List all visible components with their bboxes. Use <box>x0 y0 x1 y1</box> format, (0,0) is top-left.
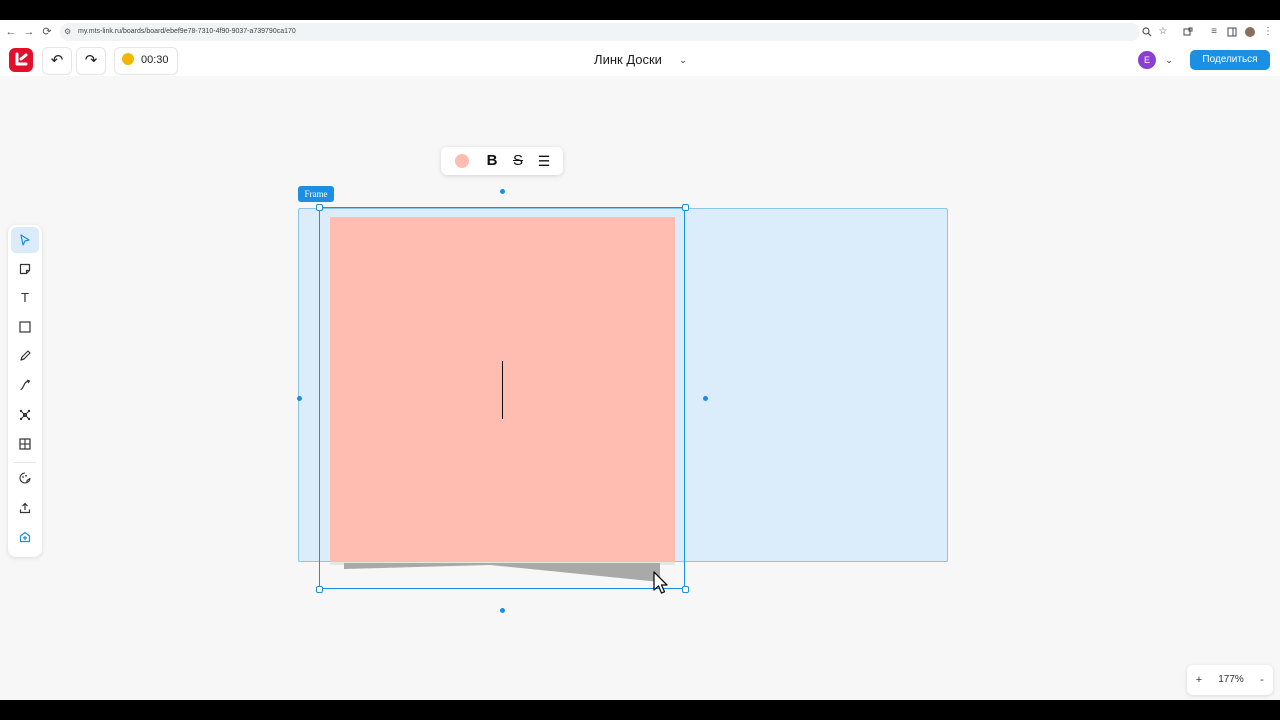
strikethrough-button[interactable]: S <box>508 150 528 172</box>
url-text: my.mts-link.ru/boards/board/ebef9e78-731… <box>78 28 296 35</box>
stopwatch-icon <box>122 53 134 65</box>
toolbar-divider <box>14 462 36 463</box>
zoom-page-icon[interactable] <box>1140 24 1154 40</box>
tool-connector-button[interactable] <box>11 372 39 398</box>
app-logo[interactable] <box>9 48 33 72</box>
resize-handle-bottom-right[interactable] <box>682 586 689 593</box>
media-icon[interactable]: ≡ <box>1207 24 1221 40</box>
tool-stickers-button[interactable] <box>11 465 39 491</box>
connector-point-bottom[interactable] <box>500 608 505 613</box>
tool-apps-button[interactable] <box>11 524 39 550</box>
share-button[interactable]: Поделиться <box>1190 50 1270 70</box>
tool-text-button[interactable]: T <box>11 285 39 311</box>
connector-point-right[interactable] <box>703 396 708 401</box>
list-button[interactable]: ☰ <box>534 150 554 172</box>
redo-button[interactable]: ↷ <box>76 47 106 75</box>
tool-shape-button[interactable] <box>11 314 39 340</box>
timer-value: 00:30 <box>141 54 169 66</box>
connector-point-top[interactable] <box>500 189 505 194</box>
tool-upload-button[interactable] <box>11 495 39 521</box>
zoom-level[interactable]: 177% <box>1212 670 1250 690</box>
mouse-cursor-icon <box>653 571 668 594</box>
sidepanel-icon[interactable] <box>1225 24 1239 40</box>
chevron-down-icon[interactable]: ⌄ <box>1162 52 1176 68</box>
browser-reload-icon[interactable]: ⟳ <box>40 24 54 40</box>
extensions-icon[interactable] <box>1181 24 1195 40</box>
browser-toolbar: ← → ⟳ ⚙ my.mts-link.ru/boards/board/ebef… <box>0 20 1280 45</box>
browser-menu-icon[interactable]: ⋮ <box>1261 24 1275 40</box>
zoom-in-button[interactable]: + <box>1190 670 1208 690</box>
resize-handle-bottom-left[interactable] <box>316 586 323 593</box>
tool-sticky-note-button[interactable] <box>11 256 39 282</box>
browser-forward-icon[interactable]: → <box>22 24 36 40</box>
zoom-out-button[interactable]: - <box>1253 670 1271 690</box>
bold-button[interactable]: B <box>482 150 502 172</box>
undo-button[interactable]: ↶ <box>42 47 72 75</box>
bookmark-star-icon[interactable]: ☆ <box>1156 24 1170 40</box>
site-info-icon[interactable]: ⚙ <box>64 25 74 39</box>
user-avatar[interactable]: E <box>1138 51 1156 69</box>
tool-mindmap-button[interactable] <box>11 402 39 428</box>
tool-table-button[interactable] <box>11 431 39 457</box>
tool-select-button[interactable] <box>11 227 39 253</box>
connector-point-left[interactable] <box>297 396 302 401</box>
browser-profile-avatar[interactable] <box>1245 27 1255 37</box>
selection-outline <box>319 207 685 589</box>
tool-pen-button[interactable] <box>11 343 39 369</box>
note-color-button[interactable] <box>455 154 469 168</box>
resize-handle-top-right[interactable] <box>682 204 689 211</box>
resize-handle-top-left[interactable] <box>316 204 323 211</box>
chevron-down-icon[interactable]: ⌄ <box>675 52 691 68</box>
frame-label[interactable]: Frame <box>298 186 334 202</box>
browser-back-icon[interactable]: ← <box>4 24 18 40</box>
